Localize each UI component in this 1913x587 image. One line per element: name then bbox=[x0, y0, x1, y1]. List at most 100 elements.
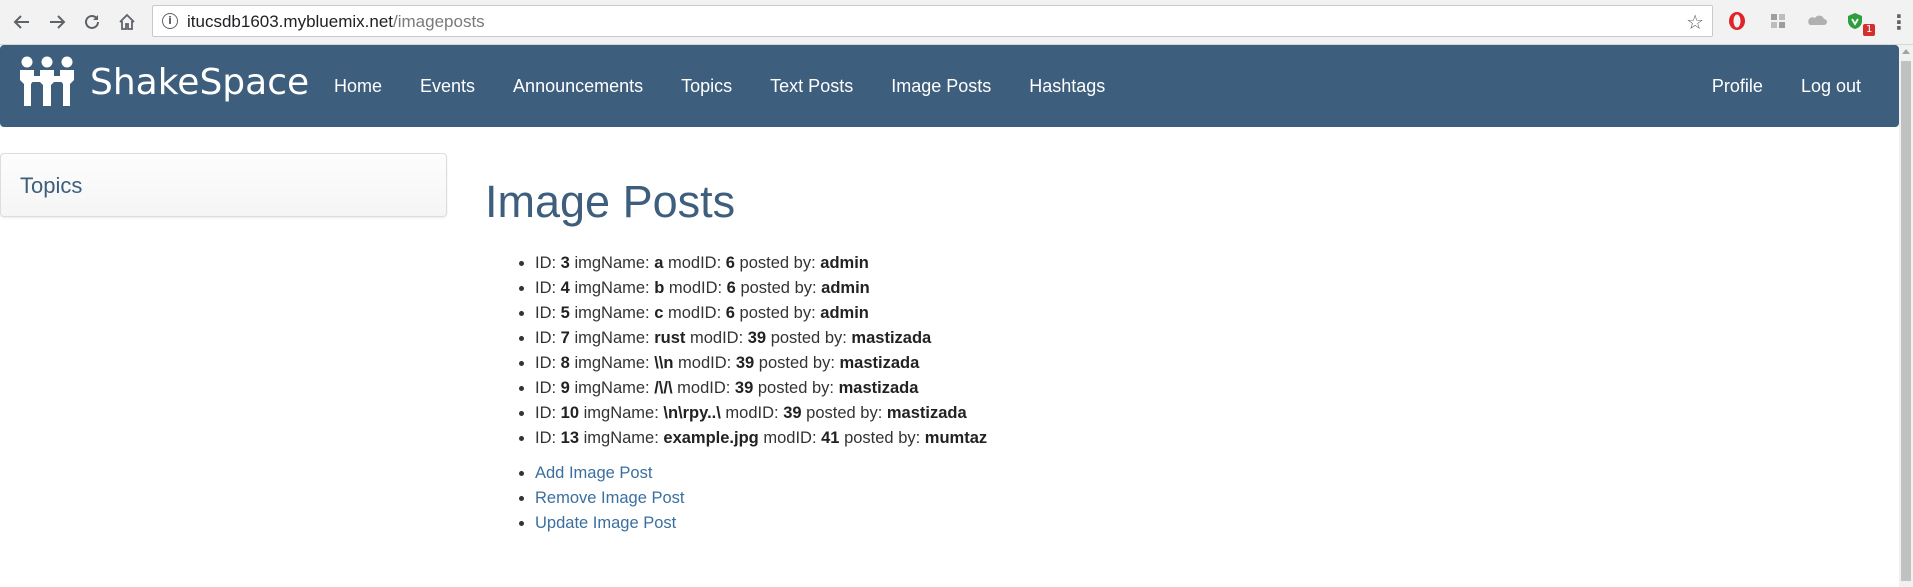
post-img-name: example.jpg bbox=[663, 429, 759, 447]
nav-right-links: Profile Log out bbox=[1693, 45, 1880, 127]
remove-image-post-link[interactable]: Remove Image Post bbox=[535, 489, 684, 507]
nav-link-events[interactable]: Events bbox=[401, 45, 494, 127]
scroll-up-icon[interactable] bbox=[1902, 49, 1910, 54]
post-mod-id: 6 bbox=[726, 279, 736, 297]
nav-link-logout[interactable]: Log out bbox=[1782, 45, 1880, 127]
post-img-name: /\/\ bbox=[654, 379, 673, 397]
post-img-name: \n\rpy..\ bbox=[663, 404, 721, 422]
post-id: 13 bbox=[560, 429, 580, 447]
post-id: 9 bbox=[560, 379, 570, 397]
sidebar-topics-panel: Topics bbox=[0, 153, 447, 217]
post-mod-id: 6 bbox=[725, 254, 735, 272]
home-icon[interactable] bbox=[114, 9, 140, 35]
mod-id-label: modID: bbox=[663, 304, 726, 322]
img-name-label: imgName: bbox=[569, 304, 655, 322]
post-img-name: b bbox=[654, 279, 665, 297]
img-name-label: imgName: bbox=[569, 279, 655, 297]
nav-link-profile[interactable]: Profile bbox=[1693, 45, 1782, 127]
post-author: admin bbox=[820, 304, 869, 322]
post-author: mastizada bbox=[839, 354, 920, 372]
post-id: 4 bbox=[560, 279, 570, 297]
info-icon[interactable]: i bbox=[162, 13, 178, 29]
img-name-label: imgName: bbox=[569, 379, 655, 397]
id-label: ID: bbox=[535, 329, 561, 347]
nav-link-home[interactable]: Home bbox=[315, 45, 401, 127]
main-content: Image Posts ID: 3 imgName: a modID: 6 po… bbox=[485, 172, 1865, 536]
post-img-name: rust bbox=[654, 329, 686, 347]
post-mod-id: 39 bbox=[735, 354, 755, 372]
id-label: ID: bbox=[535, 404, 561, 422]
drive-icon[interactable] bbox=[1807, 11, 1827, 31]
mod-id-label: modID: bbox=[664, 279, 727, 297]
image-post-item: ID: 13 imgName: example.jpg modID: 41 po… bbox=[535, 426, 1865, 451]
forward-icon[interactable] bbox=[44, 9, 70, 35]
post-id: 10 bbox=[560, 404, 580, 422]
posted-by-label: posted by: bbox=[735, 279, 822, 297]
shield-icon[interactable] bbox=[1845, 11, 1865, 31]
image-post-item: ID: 9 imgName: /\/\ modID: 39 posted by:… bbox=[535, 376, 1865, 401]
site-navbar: ShakeSpace Home Events Announcements Top… bbox=[0, 45, 1899, 127]
page-title: Image Posts bbox=[485, 176, 736, 227]
scrollbar-thumb[interactable] bbox=[1901, 61, 1911, 581]
nav-link-announcements[interactable]: Announcements bbox=[494, 45, 662, 127]
mod-id-label: modID: bbox=[685, 329, 748, 347]
image-post-item: ID: 5 imgName: c modID: 6 posted by: adm… bbox=[535, 301, 1865, 326]
star-icon[interactable]: ☆ bbox=[1686, 10, 1704, 34]
post-img-name: \\n bbox=[654, 354, 674, 372]
post-mod-id: 39 bbox=[734, 379, 754, 397]
nav-link-topics[interactable]: Topics bbox=[662, 45, 751, 127]
posted-by-label: posted by: bbox=[754, 354, 840, 372]
id-label: ID: bbox=[535, 254, 561, 272]
mod-id-label: modID: bbox=[758, 429, 822, 447]
address-bar[interactable]: i itucsdb1603.mybluemix.net/imageposts ☆ bbox=[152, 5, 1713, 37]
post-author: mastizada bbox=[838, 379, 919, 397]
nav-link-image-posts[interactable]: Image Posts bbox=[872, 45, 1010, 127]
post-id: 5 bbox=[560, 304, 570, 322]
post-mod-id: 41 bbox=[821, 429, 840, 447]
post-author: mastizada bbox=[886, 404, 967, 422]
action-links: Add Image Post Remove Image Post Update … bbox=[485, 461, 1865, 536]
post-id: 3 bbox=[560, 254, 570, 272]
puzzle-icon[interactable] bbox=[1768, 11, 1788, 31]
url-text[interactable]: itucsdb1603.mybluemix.net/imageposts bbox=[187, 12, 485, 32]
img-name-label: imgName: bbox=[569, 329, 655, 347]
mod-id-label: modID: bbox=[673, 354, 736, 372]
image-post-list: ID: 3 imgName: a modID: 6 posted by: adm… bbox=[485, 251, 1865, 451]
image-post-item: ID: 4 imgName: b modID: 6 posted by: adm… bbox=[535, 276, 1865, 301]
id-label: ID: bbox=[535, 304, 561, 322]
update-image-post-link[interactable]: Update Image Post bbox=[535, 514, 676, 532]
page-scrollbar[interactable] bbox=[1899, 45, 1913, 587]
image-post-item: ID: 10 imgName: \n\rpy..\ modID: 39 post… bbox=[535, 401, 1865, 426]
back-icon[interactable] bbox=[9, 9, 35, 35]
logo-icon[interactable] bbox=[18, 54, 76, 112]
browser-toolbar: i itucsdb1603.mybluemix.net/imageposts ☆… bbox=[0, 0, 1913, 45]
image-post-item: ID: 3 imgName: a modID: 6 posted by: adm… bbox=[535, 251, 1865, 276]
post-author: admin bbox=[820, 254, 869, 272]
opera-icon[interactable] bbox=[1727, 11, 1747, 31]
sidebar-title: Topics bbox=[20, 173, 83, 198]
url-host: itucsdb1603.mybluemix.net bbox=[187, 12, 394, 31]
list-item: Update Image Post bbox=[535, 511, 1865, 536]
mod-id-label: modID: bbox=[663, 254, 726, 272]
img-name-label: imgName: bbox=[569, 354, 655, 372]
posted-by-label: posted by: bbox=[734, 304, 821, 322]
id-label: ID: bbox=[535, 429, 561, 447]
add-image-post-link[interactable]: Add Image Post bbox=[535, 464, 652, 482]
id-label: ID: bbox=[535, 279, 561, 297]
menu-dots-icon[interactable]: ⋮ bbox=[1889, 11, 1909, 33]
reload-icon[interactable] bbox=[79, 9, 105, 35]
post-mod-id: 39 bbox=[783, 404, 802, 422]
posted-by-label: posted by: bbox=[753, 379, 839, 397]
image-post-item: ID: 8 imgName: \\n modID: 39 posted by: … bbox=[535, 351, 1865, 376]
post-id: 7 bbox=[560, 329, 570, 347]
post-id: 8 bbox=[560, 354, 570, 372]
img-name-label: imgName: bbox=[569, 254, 655, 272]
nav-link-hashtags[interactable]: Hashtags bbox=[1010, 45, 1124, 127]
nav-link-text-posts[interactable]: Text Posts bbox=[751, 45, 872, 127]
img-name-label: imgName: bbox=[579, 429, 664, 447]
post-mod-id: 39 bbox=[747, 329, 767, 347]
post-mod-id: 6 bbox=[725, 304, 735, 322]
mod-id-label: modID: bbox=[672, 379, 735, 397]
extension-badge: 1 bbox=[1863, 24, 1876, 36]
brand-name[interactable]: ShakeSpace bbox=[90, 62, 309, 103]
